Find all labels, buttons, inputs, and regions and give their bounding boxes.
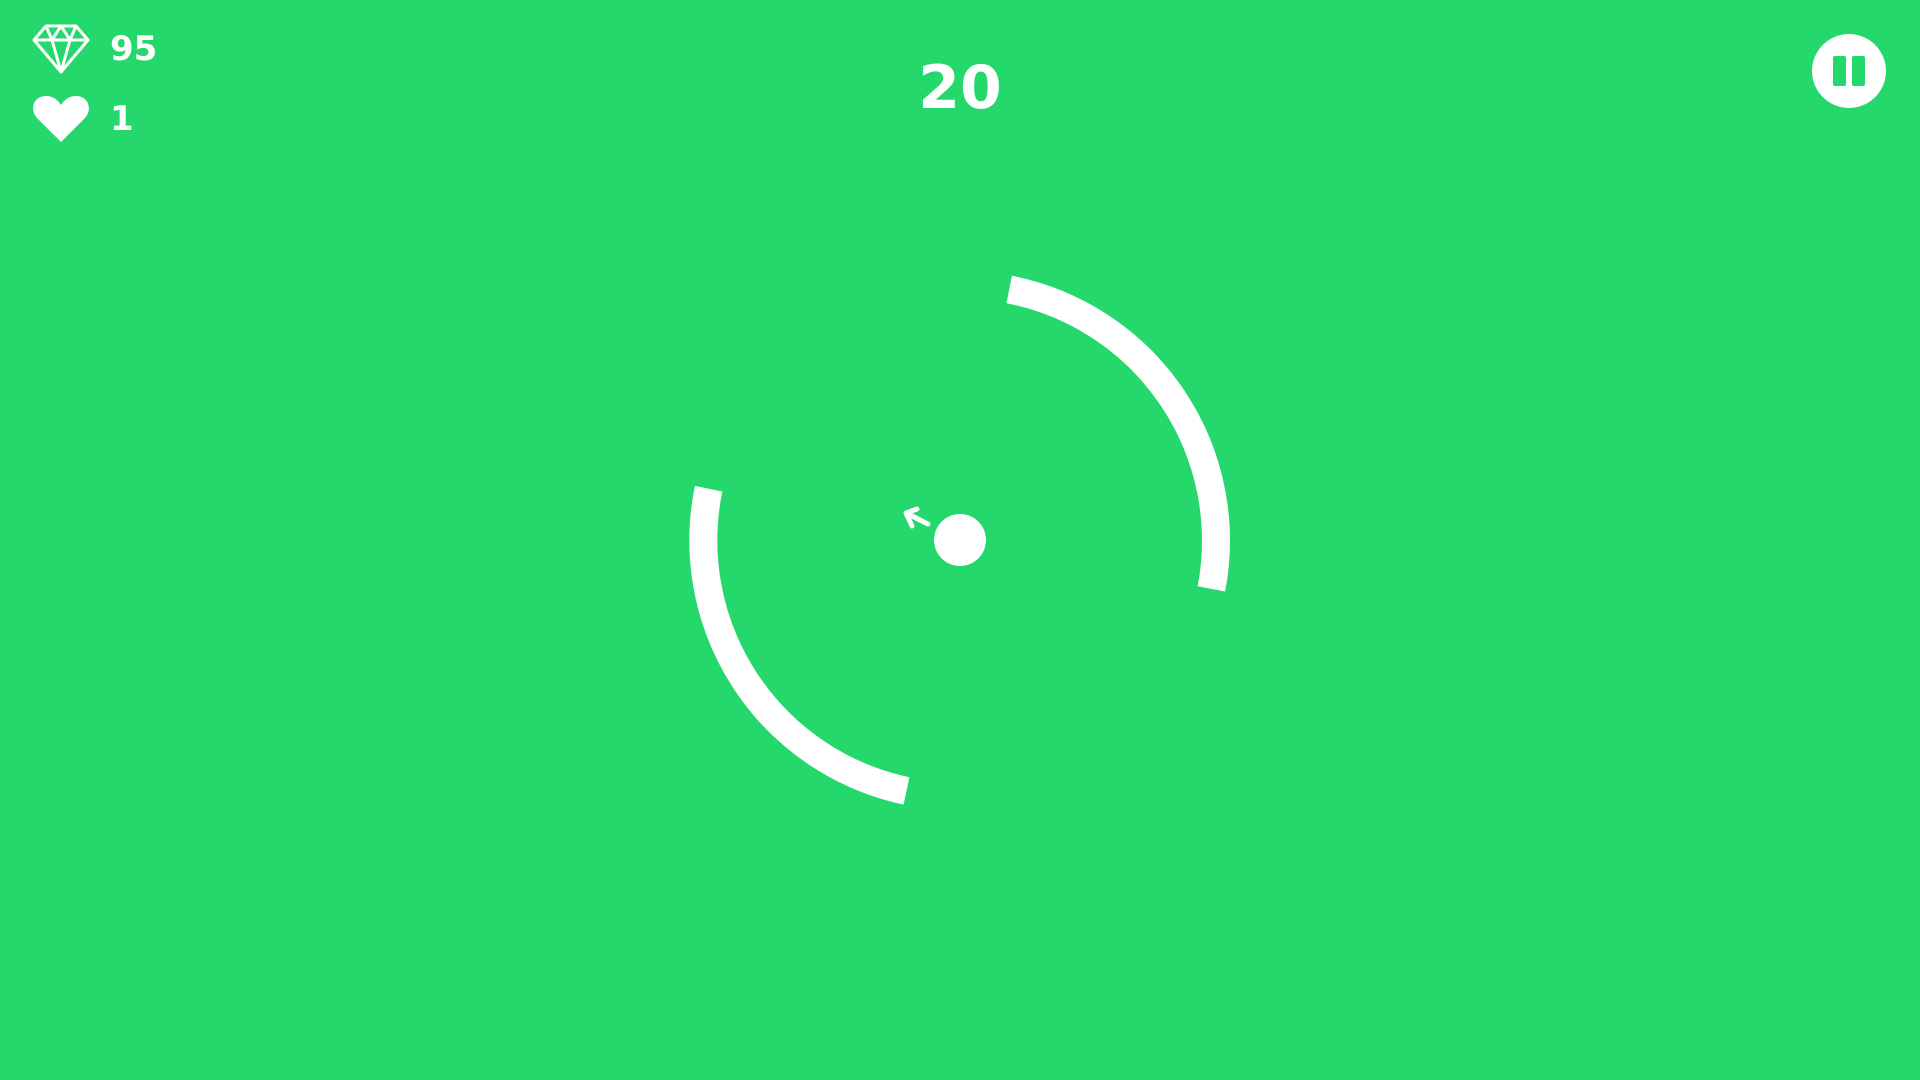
player-ball — [934, 514, 986, 566]
playfield[interactable] — [0, 0, 1920, 1080]
game-screen[interactable]: 95 1 20 — [0, 0, 1920, 1080]
arc-segment-lower-left — [689, 485, 910, 805]
direction-arrow — [903, 506, 931, 529]
arc-segment-upper-right — [1006, 275, 1230, 592]
